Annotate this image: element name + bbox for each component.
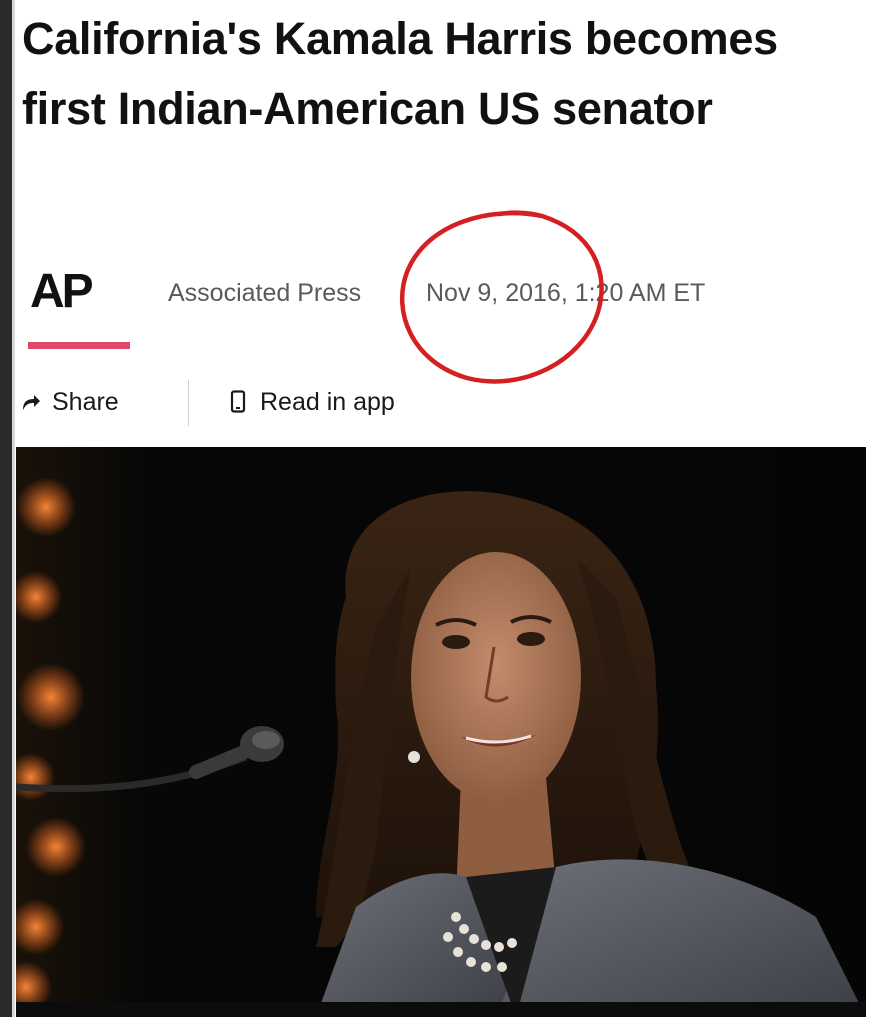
- byline: AP Associated Press Nov 9, 2016, 1:20 AM…: [26, 258, 866, 358]
- speaker-at-podium-image: [16, 447, 866, 1017]
- phone-icon: [230, 390, 246, 413]
- publish-timestamp: Nov 9, 2016, 1:20 AM ET: [426, 279, 706, 307]
- article-photo[interactable]: [16, 447, 866, 1017]
- left-edge-bar: [0, 0, 12, 1023]
- left-edge-highlight: [12, 0, 15, 1023]
- action-divider: [188, 380, 189, 426]
- publisher-name[interactable]: Associated Press: [168, 279, 361, 308]
- read-in-app-button[interactable]: Read in app: [230, 384, 395, 420]
- publisher-logo[interactable]: AP: [30, 262, 94, 322]
- share-button[interactable]: Share: [20, 384, 119, 420]
- read-in-app-label: Read in app: [260, 387, 395, 416]
- share-label: Share: [52, 387, 119, 416]
- publisher-logo-underline: [28, 342, 130, 349]
- article-headline: California's Kamala Harris becomes first…: [22, 13, 778, 134]
- article-action-bar: Share Read in app: [20, 378, 860, 428]
- share-arrow-icon: [23, 395, 40, 410]
- bottom-border: [0, 1017, 872, 1023]
